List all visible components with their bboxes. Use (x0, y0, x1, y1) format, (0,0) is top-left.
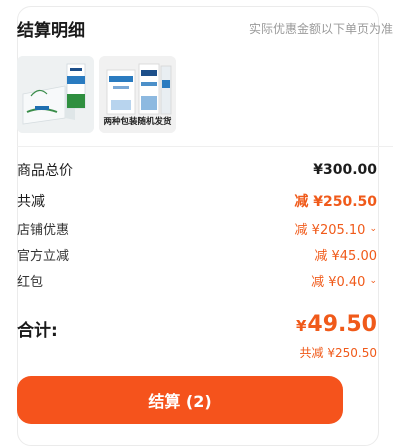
total-amount-value: 49.50 (307, 312, 377, 337)
platform-discount-label: 官方立减 (17, 249, 70, 264)
platform-discount-value: 减 ¥45.00 (314, 249, 377, 264)
header: 结算明细 实际优惠金额以下单页为准 (17, 16, 393, 41)
total-discount-label: 共减 (17, 194, 45, 210)
store-discount-value-wrap: 减 ¥205.10 ⌄ (295, 219, 377, 238)
chevron-down-icon[interactable]: ⌄ (369, 276, 377, 286)
divider (17, 146, 393, 147)
discount-note: 实际优惠金额以下单页为准 (248, 21, 393, 36)
red-packet-row[interactable]: 红包 减 ¥0.40 ⌄ (17, 271, 377, 290)
page-title: 结算明细 (17, 20, 85, 41)
milk-gift-box-icon (17, 56, 94, 133)
total-currency: ¥ (295, 317, 307, 335)
product-thumbnails: 两种包装随机发货 (17, 56, 176, 133)
total-label: 合计: (17, 321, 58, 341)
total-amount: ¥ 49.50 (296, 312, 377, 337)
thumbnail-caption: 两种包装随机发货 (103, 117, 172, 127)
total-price-row: 商品总价 ¥300.00 (17, 160, 377, 180)
total-discount-value: 减 ¥250.50 (294, 194, 377, 210)
total-price-value: ¥300.00 (313, 162, 377, 178)
product-thumbnail[interactable] (17, 56, 94, 133)
product-thumbnail[interactable]: 两种包装随机发货 (99, 56, 176, 133)
store-discount-value: 减 ¥205.10 (294, 223, 366, 238)
total-saved: 共减 ¥250.50 (299, 346, 377, 360)
total-price-label: 商品总价 (17, 163, 73, 179)
total-discount-row: 共减 减 ¥250.50 (17, 191, 377, 211)
platform-discount-row: 官方立减 减 ¥45.00 (17, 245, 377, 264)
red-packet-label: 红包 (17, 275, 44, 290)
store-discount-label: 店铺优惠 (17, 223, 70, 238)
red-packet-value: 减 ¥0.40 (311, 275, 366, 290)
store-discount-row[interactable]: 店铺优惠 减 ¥205.10 ⌄ (17, 219, 377, 238)
checkout-button[interactable]: 结算 (2) (17, 376, 343, 424)
red-packet-value-wrap: 减 ¥0.40 ⌄ (311, 271, 377, 290)
chevron-down-icon[interactable]: ⌄ (369, 224, 377, 234)
